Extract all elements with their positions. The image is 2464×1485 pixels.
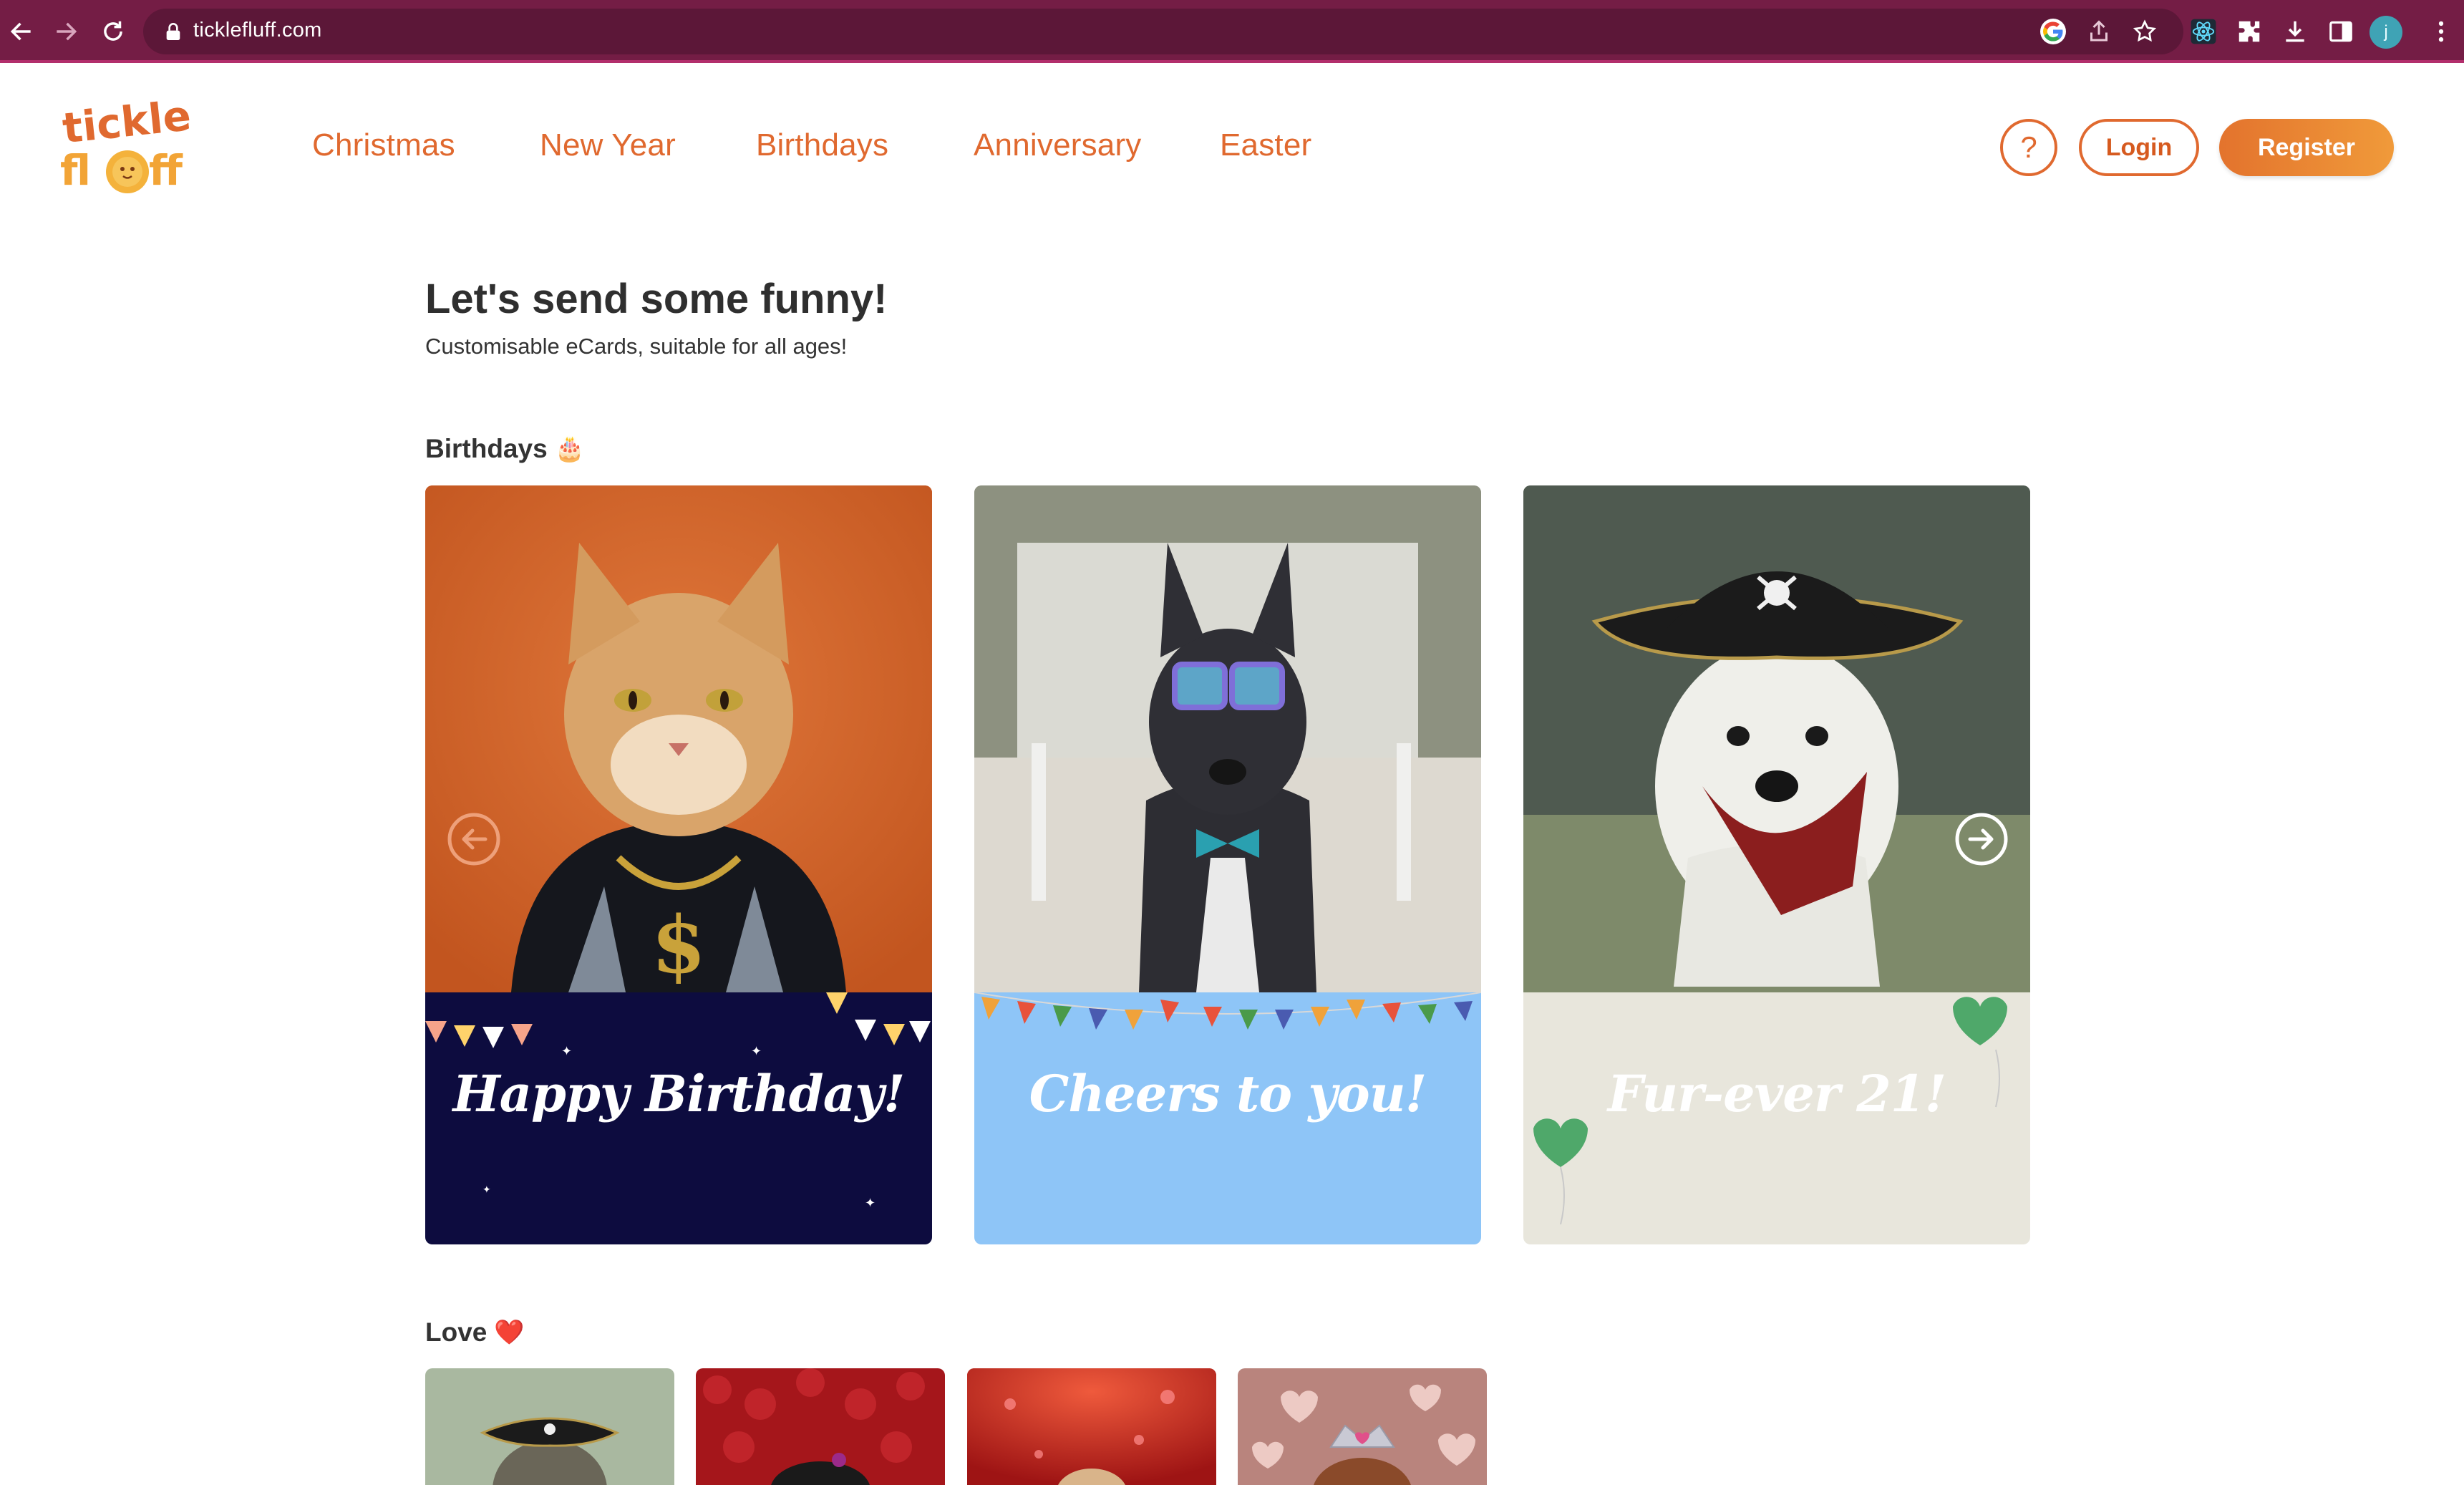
section-title-love: Love ❤️ (425, 1317, 525, 1348)
google-icon[interactable] (2040, 19, 2066, 44)
sidepanel-icon[interactable] (2325, 16, 2357, 47)
react-devtools-icon[interactable] (2188, 16, 2219, 47)
svg-text:fl: fl (60, 146, 91, 195)
nav-new-year[interactable]: New Year (540, 127, 676, 163)
nav-birthdays[interactable]: Birthdays (756, 127, 888, 163)
nav-christmas[interactable]: Christmas (312, 127, 455, 163)
svg-text:tickle: tickle (60, 92, 193, 153)
dog-pirate-photo (1523, 485, 2030, 992)
nav-anniversary[interactable]: Anniversary (974, 127, 1142, 163)
back-arrow-icon[interactable] (6, 16, 37, 47)
arrow-right-icon[interactable] (1953, 811, 2010, 868)
svg-text:ff: ff (149, 146, 183, 195)
cat-photo: $ (425, 485, 932, 992)
site-logo[interactable]: tickle fl ff (57, 91, 200, 198)
love-thumb-pirate-cat[interactable] (425, 1368, 674, 1485)
svg-text:$: $ (651, 899, 707, 991)
love-thumb-dog-hearts[interactable] (967, 1368, 1216, 1485)
card-caption: Cheers to you! (1029, 1064, 1427, 1123)
svg-text:✦: ✦ (561, 1044, 572, 1058)
ecard-fur-ever-21[interactable]: Fur-ever 21! (1523, 485, 2030, 1244)
page-subtitle: Customisable eCards, suitable for all ag… (425, 334, 848, 359)
forward-arrow-icon[interactable] (50, 16, 82, 47)
page-title: Let's send some funny! (425, 276, 888, 322)
share-icon[interactable] (2086, 19, 2112, 44)
love-thumb-dog-tiara[interactable] (1238, 1368, 1487, 1485)
love-thumb-dog-roses[interactable] (696, 1368, 945, 1485)
lock-icon (166, 23, 180, 40)
card-caption: Happy Birthday! (452, 1064, 906, 1123)
browser-toolbar: ticklefluff.com j (0, 0, 2464, 63)
reload-icon[interactable] (97, 16, 129, 47)
star-icon[interactable] (2132, 19, 2158, 44)
download-icon[interactable] (2279, 16, 2311, 47)
extensions-icon[interactable] (2233, 16, 2265, 47)
login-button[interactable]: Login (2079, 119, 2199, 176)
heart-emoji: ❤️ (494, 1319, 525, 1346)
section-title-birthdays: Birthdays 🎂 (425, 434, 585, 464)
ecard-cheers-to-you[interactable]: Cheers to you! (974, 485, 1481, 1244)
url-text: ticklefluff.com (193, 19, 322, 42)
profile-avatar[interactable]: j (2370, 16, 2402, 49)
register-button[interactable]: Register (2219, 119, 2394, 176)
help-button[interactable]: ? (2000, 119, 2057, 176)
svg-text:✦: ✦ (751, 1044, 762, 1058)
card-caption: Fur-ever 21! (1607, 1064, 1946, 1123)
svg-text:✦: ✦ (865, 1196, 876, 1210)
section-title-text: Love (425, 1317, 488, 1347)
section-title-text: Birthdays (425, 434, 548, 463)
nav-easter[interactable]: Easter (1220, 127, 1311, 163)
lion-face-icon (106, 150, 149, 193)
arrow-left-icon[interactable] (445, 811, 503, 868)
cake-emoji: 🎂 (554, 435, 585, 463)
menu-dots-icon[interactable] (2425, 16, 2457, 47)
ecard-happy-birthday[interactable]: $ ✦ ✦ ✦ ✦ Happy Birthday! (425, 485, 932, 1244)
address-bar[interactable]: ticklefluff.com (143, 9, 2183, 54)
dog-sunglasses-photo (974, 485, 1481, 992)
svg-text:✦: ✦ (482, 1184, 491, 1195)
